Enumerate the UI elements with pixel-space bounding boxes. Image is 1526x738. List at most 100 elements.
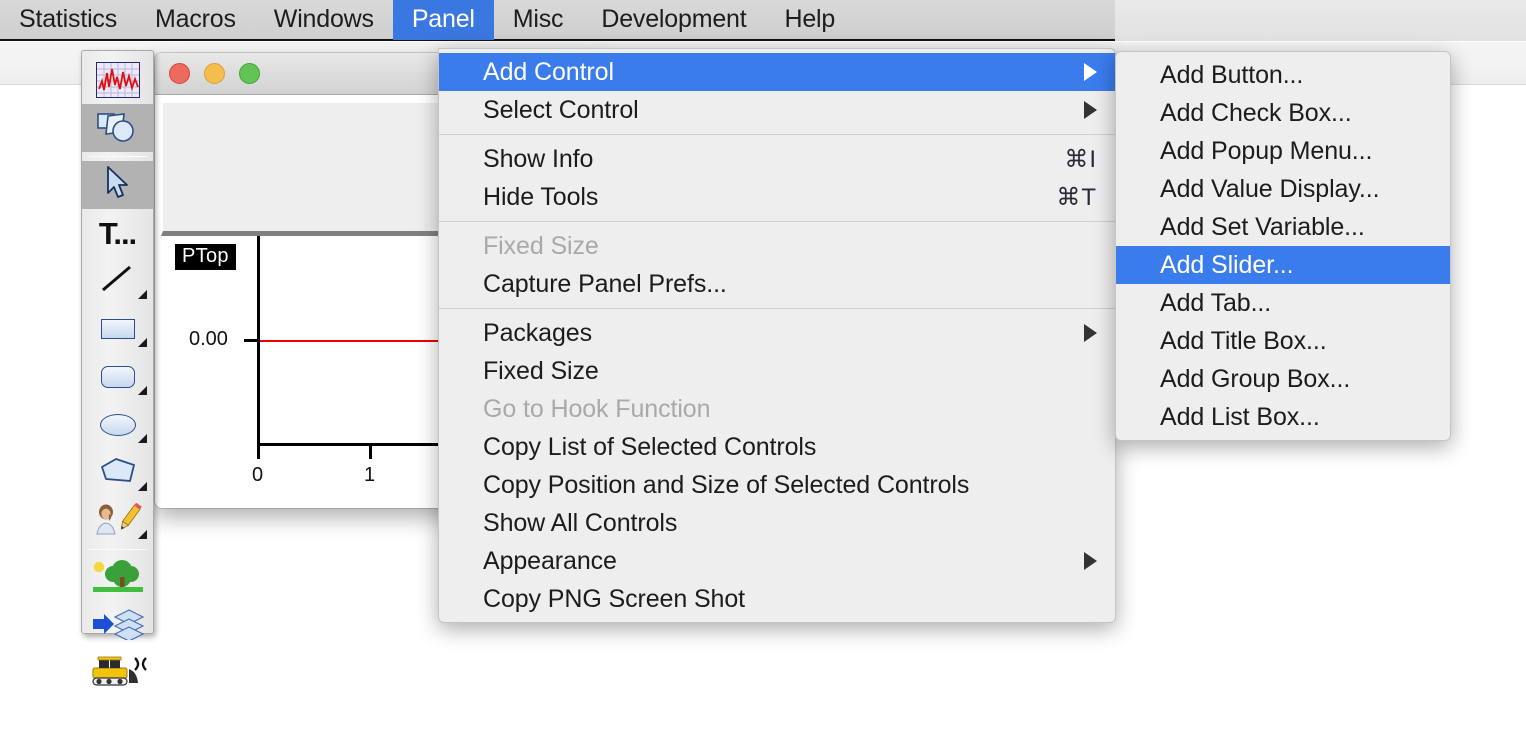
tool-rounded-rectangle[interactable] bbox=[82, 353, 153, 401]
menu-item-packages-label: Packages bbox=[483, 318, 592, 347]
rounded-rectangle-tool-chevron-icon bbox=[138, 386, 147, 395]
line-tool-chevron-icon bbox=[138, 290, 147, 299]
tool-drawing-shapes[interactable] bbox=[82, 104, 153, 152]
rectangle-icon bbox=[100, 319, 135, 339]
tool-text[interactable]: T... bbox=[82, 209, 153, 257]
menu-misc[interactable]: Misc bbox=[494, 0, 583, 40]
menu-item-select-control[interactable]: Select Control bbox=[439, 91, 1115, 129]
submenu-item-add-group-box[interactable]: Add Group Box... bbox=[1116, 360, 1450, 398]
tool-drawing-edit[interactable] bbox=[82, 497, 153, 545]
menu-item-show-info-shortcut: ⌘I bbox=[1064, 145, 1097, 173]
submenu-item-add-slider-label: Add Slider... bbox=[1160, 250, 1294, 279]
submenu-item-add-button-label: Add Button... bbox=[1160, 60, 1304, 89]
chevron-right-icon bbox=[1084, 552, 1097, 570]
waveform-icon bbox=[95, 62, 140, 98]
tool-rectangle[interactable] bbox=[82, 305, 153, 353]
palette-separator-2 bbox=[88, 549, 147, 550]
submenu-item-add-set-variable-label: Add Set Variable... bbox=[1160, 212, 1365, 241]
menu-statistics[interactable]: Statistics bbox=[0, 0, 136, 40]
submenu-item-add-check-box-label: Add Check Box... bbox=[1160, 98, 1352, 127]
menu-panel-label: Panel bbox=[411, 5, 475, 33]
menu-macros[interactable]: Macros bbox=[136, 0, 255, 40]
trace-name-tag: PTop bbox=[175, 244, 236, 270]
x-axis-tick-1 bbox=[369, 443, 372, 459]
menu-statistics-label: Statistics bbox=[19, 5, 118, 33]
menu-development-label: Development bbox=[601, 5, 747, 33]
menu-item-fixed-size-disabled: Fixed Size bbox=[439, 227, 1115, 265]
menu-item-go-to-hook-function: Go to Hook Function bbox=[439, 390, 1115, 428]
shapes-icon bbox=[96, 112, 140, 144]
menu-panel[interactable]: Panel bbox=[392, 0, 494, 40]
menu-item-capture-panel-prefs-label: Capture Panel Prefs... bbox=[483, 269, 727, 298]
menu-item-copy-png-screen-shot-label: Copy PNG Screen Shot bbox=[483, 584, 746, 613]
cursor-arrow-icon bbox=[105, 165, 131, 205]
menu-item-copy-list-of-selected-controls[interactable]: Copy List of Selected Controls bbox=[439, 428, 1115, 466]
line-icon bbox=[100, 264, 136, 299]
submenu-item-add-set-variable[interactable]: Add Set Variable... bbox=[1116, 208, 1450, 246]
menu-windows[interactable]: Windows bbox=[255, 0, 393, 40]
x-axis-tick-label-0: 0 bbox=[252, 464, 264, 486]
menu-item-add-control[interactable]: Add Control bbox=[439, 53, 1115, 91]
menu-item-copy-png-screen-shot[interactable]: Copy PNG Screen Shot bbox=[439, 580, 1115, 618]
menu-item-add-control-label: Add Control bbox=[483, 57, 614, 86]
submenu-item-add-tab[interactable]: Add Tab... bbox=[1116, 284, 1450, 322]
menu-item-copy-position-and-size[interactable]: Copy Position and Size of Selected Contr… bbox=[439, 466, 1115, 504]
menu-item-select-control-label: Select Control bbox=[483, 95, 639, 124]
menu-item-show-all-controls[interactable]: Show All Controls bbox=[439, 504, 1115, 542]
person-pencil-icon bbox=[94, 502, 142, 540]
submenu-item-add-value-display-label: Add Value Display... bbox=[1160, 174, 1380, 203]
menu-item-copy-position-and-size-label: Copy Position and Size of Selected Contr… bbox=[483, 470, 970, 499]
tool-arrow-select[interactable] bbox=[82, 161, 153, 209]
submenu-item-add-slider[interactable]: Add Slider... bbox=[1116, 246, 1450, 284]
zoom-window-icon[interactable] bbox=[239, 63, 260, 84]
rectangle-tool-chevron-icon bbox=[138, 338, 147, 347]
menu-item-appearance[interactable]: Appearance bbox=[439, 542, 1115, 580]
submenu-item-add-value-display[interactable]: Add Value Display... bbox=[1116, 170, 1450, 208]
tool-graph-waveform[interactable] bbox=[82, 56, 153, 104]
tree-landscape-icon bbox=[91, 559, 145, 598]
menu-item-hide-tools-shortcut: ⌘T bbox=[1056, 183, 1097, 211]
y-axis-tick bbox=[244, 339, 258, 342]
submenu-item-add-group-box-label: Add Group Box... bbox=[1160, 364, 1351, 393]
menu-item-appearance-label: Appearance bbox=[483, 546, 617, 575]
menu-item-show-info[interactable]: Show Info ⌘I bbox=[439, 140, 1115, 178]
submenu-item-add-popup-menu-label: Add Popup Menu... bbox=[1160, 136, 1373, 165]
menu-item-capture-panel-prefs[interactable]: Capture Panel Prefs... bbox=[439, 265, 1115, 303]
panel-dropdown-menu: Add Control Select Control Show Info ⌘I … bbox=[438, 48, 1116, 623]
close-window-icon[interactable] bbox=[169, 63, 190, 84]
chevron-right-icon bbox=[1084, 101, 1097, 119]
x-axis-tick-0 bbox=[257, 443, 260, 459]
palette-separator-1 bbox=[88, 156, 147, 157]
screen-root: Statistics Macros Windows Panel Misc Dev… bbox=[0, 0, 1526, 738]
tool-line[interactable] bbox=[82, 257, 153, 305]
polygon-icon bbox=[98, 457, 138, 490]
submenu-item-add-list-box[interactable]: Add List Box... bbox=[1116, 398, 1450, 436]
menu-separator-1 bbox=[439, 134, 1115, 135]
menu-macros-label: Macros bbox=[155, 5, 236, 33]
oval-icon bbox=[99, 414, 136, 436]
x-axis-tick-label-1: 1 bbox=[364, 464, 376, 486]
menu-help[interactable]: Help bbox=[765, 0, 854, 40]
tool-picture[interactable] bbox=[82, 554, 153, 602]
tool-polygon[interactable] bbox=[82, 449, 153, 497]
submenu-item-add-title-box[interactable]: Add Title Box... bbox=[1116, 322, 1450, 360]
tool-palette: T... bbox=[81, 50, 154, 686]
menu-item-hide-tools[interactable]: Hide Tools ⌘T bbox=[439, 178, 1115, 216]
submenu-item-add-button[interactable]: Add Button... bbox=[1116, 56, 1450, 94]
menu-item-fixed-size-disabled-label: Fixed Size bbox=[483, 231, 599, 260]
menu-separator-3 bbox=[439, 308, 1115, 309]
menu-item-fixed-size-label: Fixed Size bbox=[483, 356, 599, 385]
menu-development[interactable]: Development bbox=[582, 0, 765, 40]
menu-item-hide-tools-label: Hide Tools bbox=[483, 182, 599, 211]
tool-send-to-layer[interactable] bbox=[82, 602, 153, 650]
menu-item-fixed-size[interactable]: Fixed Size bbox=[439, 352, 1115, 390]
tool-bulldozer[interactable] bbox=[82, 650, 153, 698]
polygon-tool-chevron-icon bbox=[138, 482, 147, 491]
menu-help-label: Help bbox=[784, 5, 836, 33]
submenu-item-add-popup-menu[interactable]: Add Popup Menu... bbox=[1116, 132, 1450, 170]
tool-oval[interactable] bbox=[82, 401, 153, 449]
submenu-item-add-check-box[interactable]: Add Check Box... bbox=[1116, 94, 1450, 132]
menu-item-packages[interactable]: Packages bbox=[439, 314, 1115, 352]
submenu-item-add-title-box-label: Add Title Box... bbox=[1160, 326, 1327, 355]
minimize-window-icon[interactable] bbox=[204, 63, 225, 84]
